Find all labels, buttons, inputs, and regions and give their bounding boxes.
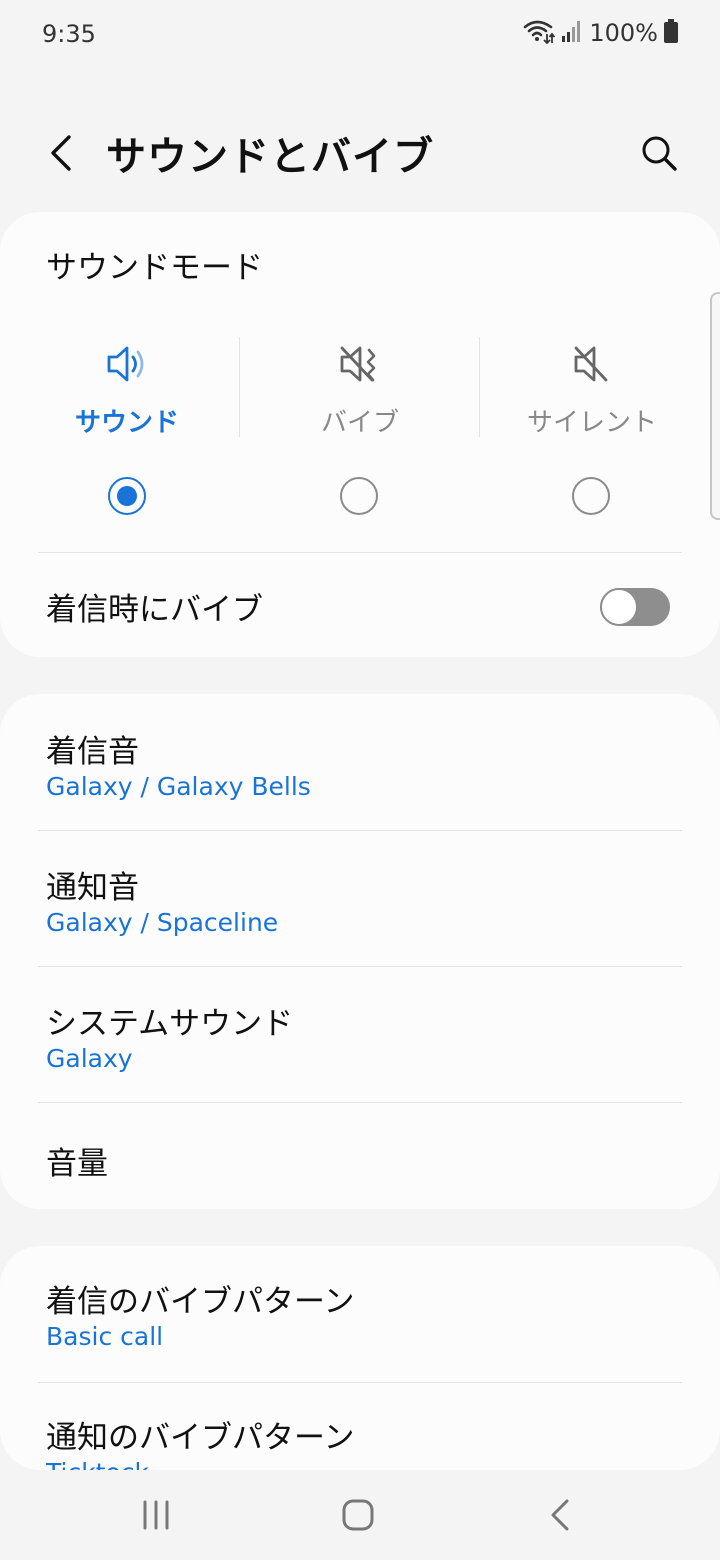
divider — [38, 830, 682, 831]
radio-vibrate[interactable] — [340, 477, 378, 515]
status-time: 9:35 — [42, 20, 96, 48]
speaker-icon — [7, 342, 247, 392]
mode-silent-label: サイレント — [526, 408, 657, 438]
vibrate-on-call-label: 着信時にバイブ — [46, 592, 263, 628]
call-vibration-pattern-title: 着信のバイブパターン — [46, 1284, 355, 1320]
switch-knob — [600, 588, 638, 626]
vibrate-icon — [240, 342, 480, 392]
search-icon — [642, 136, 677, 171]
home-icon — [342, 1499, 374, 1531]
sound-mode-card: サウンドモード サウンド バイブ サイレント 着信時にバイブ — [0, 212, 720, 657]
system-sound-item[interactable]: システムサウンド Galaxy — [0, 998, 720, 1098]
sounds-card: 着信音 Galaxy / Galaxy Bells 通知音 Galaxy / S… — [0, 694, 720, 1209]
nav-back-button[interactable] — [530, 1492, 590, 1538]
notification-vibration-pattern-title: 通知のバイブパターン — [46, 1420, 355, 1456]
battery-icon — [664, 19, 678, 47]
notification-vibration-pattern-item[interactable]: 通知のバイブパターン Ticktock — [0, 1412, 720, 1470]
signal-icon — [561, 19, 583, 47]
scroll-indicator[interactable] — [710, 292, 720, 520]
page-title: サウンドとバイブ — [106, 134, 434, 180]
ringtone-value: Galaxy / Galaxy Bells — [46, 772, 311, 801]
sound-mode-title: サウンドモード — [46, 250, 263, 286]
back-arrow-icon — [51, 135, 71, 171]
system-sound-title: システムサウンド — [46, 1006, 294, 1042]
recent-apps-button[interactable] — [126, 1492, 186, 1538]
vibrate-on-call-row[interactable]: 着信時にバイブ — [0, 554, 720, 654]
screen: 9:35 100% サウンドとバイブ サウンドモード サウンド バイブ サイレン… — [0, 0, 720, 1560]
notification-sound-title: 通知音 — [46, 870, 139, 906]
vibrate-on-call-switch[interactable] — [600, 588, 670, 626]
mode-sound-label: サウンド — [74, 408, 179, 438]
back-button[interactable] — [36, 128, 86, 178]
search-button[interactable] — [634, 128, 684, 178]
battery-percent: 100% — [589, 19, 658, 47]
call-vibration-pattern-item[interactable]: 着信のバイブパターン Basic call — [0, 1276, 720, 1376]
divider — [38, 966, 682, 967]
notification-vibration-pattern-value: Ticktock — [46, 1458, 149, 1470]
volume-title: 音量 — [46, 1146, 108, 1182]
divider — [38, 1102, 682, 1103]
notification-sound-value: Galaxy / Spaceline — [46, 908, 279, 937]
mode-vibrate-label: バイブ — [320, 408, 399, 438]
divider — [38, 552, 682, 553]
status-bar: 9:35 100% — [0, 0, 720, 70]
divider — [38, 1382, 682, 1383]
home-button[interactable] — [328, 1492, 388, 1538]
notification-sound-item[interactable]: 通知音 Galaxy / Spaceline — [0, 862, 720, 962]
radio-sound[interactable] — [108, 477, 146, 515]
app-header: サウンドとバイブ — [0, 110, 720, 200]
back-icon — [551, 1499, 569, 1531]
ringtone-item[interactable]: 着信音 Galaxy / Galaxy Bells — [0, 726, 720, 826]
navigation-bar — [0, 1470, 720, 1560]
status-icons: 100% — [523, 18, 678, 48]
system-sound-value: Galaxy — [46, 1044, 133, 1073]
wifi-icon — [523, 18, 556, 48]
call-vibration-pattern-value: Basic call — [46, 1322, 164, 1351]
recent-apps-icon — [143, 1500, 169, 1530]
radio-silent[interactable] — [572, 477, 610, 515]
mute-icon — [472, 342, 712, 392]
vibration-card: 着信のバイブパターン Basic call 通知のバイブパターン Ticktoc… — [0, 1246, 720, 1470]
volume-item[interactable]: 音量 — [0, 1138, 720, 1198]
ringtone-title: 着信音 — [46, 734, 139, 770]
